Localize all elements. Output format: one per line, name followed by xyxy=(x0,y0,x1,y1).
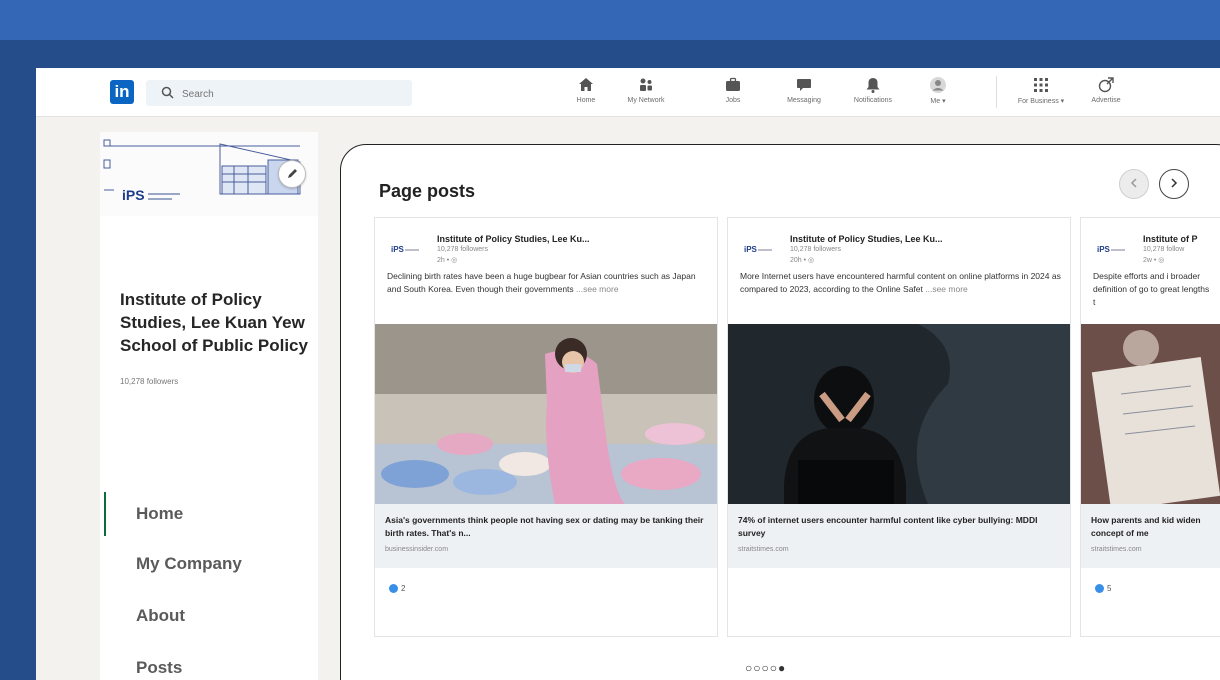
menu-item-about[interactable]: About xyxy=(136,606,185,626)
linkedin-logo[interactable]: in xyxy=(110,80,134,104)
post-author[interactable]: Institute of Policy Studies, Lee Ku... xyxy=(790,234,943,244)
ips-logo-icon: iPS xyxy=(391,245,419,254)
nav-label: Advertise xyxy=(1091,97,1121,104)
chevron-right-icon xyxy=(1171,178,1178,188)
search-input[interactable] xyxy=(180,84,404,104)
reaction-count: 2 xyxy=(401,584,406,593)
post-time: 2h • ◎ xyxy=(437,257,458,264)
svg-text:iPS: iPS xyxy=(122,187,145,203)
post-author[interactable]: Institute of Policy Studies, Lee Ku... xyxy=(437,234,590,244)
post-author[interactable]: Institute of P xyxy=(1143,234,1198,244)
post-card[interactable]: iPS Institute of Policy Studies, Lee Ku.… xyxy=(727,217,1071,637)
see-more-link[interactable]: ...see more xyxy=(576,284,619,294)
nav-label: Messaging xyxy=(787,97,821,104)
link-source: businessinsider.com xyxy=(385,546,449,553)
link-headline: How parents and kid widen concept of me xyxy=(1091,515,1201,538)
link-headline: Asia's governments think people not havi… xyxy=(385,515,704,538)
nav-label: My Network xyxy=(627,97,665,104)
nav-label: Jobs xyxy=(725,97,741,104)
post-time: 2w • ◎ xyxy=(1143,257,1165,264)
svg-text:iPS: iPS xyxy=(744,245,758,254)
svg-text:iPS: iPS xyxy=(1097,245,1111,254)
network-icon xyxy=(640,78,652,91)
pencil-icon xyxy=(288,169,297,178)
like-reaction-icon xyxy=(1095,584,1104,594)
avatar-icon xyxy=(930,77,946,93)
browser-window: in Home My Network Jobs Messaging Notifi xyxy=(36,68,1220,680)
post-card[interactable]: iPS Institute of Policy Studies, Lee Ku.… xyxy=(374,217,718,637)
company-sidebar: iPS Institute of Policy Studies, Lee Kua… xyxy=(100,132,318,680)
post-image-newborns xyxy=(375,324,717,504)
followers-count: 10,278 followers xyxy=(120,377,179,386)
search-icon xyxy=(161,86,174,99)
post-body: Declining birth rates have been a huge b… xyxy=(387,271,696,294)
link-headline: 74% of internet users encounter harmful … xyxy=(738,515,1038,538)
search-box[interactable] xyxy=(146,80,412,106)
post-image-user-distressed xyxy=(728,324,1070,504)
nav-jobs[interactable]: Jobs xyxy=(718,76,748,112)
chat-icon xyxy=(797,79,811,91)
post-reactions[interactable]: 5 xyxy=(1095,584,1112,594)
top-band xyxy=(0,0,1220,40)
page-posts-card: Page posts iPS Institute of Policy Studi… xyxy=(340,144,1220,680)
post-card[interactable]: iPS Institute of P 10,278 follow 2w • ◎ … xyxy=(1080,217,1220,637)
nav-me[interactable]: Me ▾ xyxy=(920,76,956,112)
ips-logo-icon: iPS xyxy=(1097,245,1125,254)
bell-icon xyxy=(866,78,880,93)
advertise-icon xyxy=(1098,77,1114,93)
top-navbar: in Home My Network Jobs Messaging Notifi xyxy=(36,68,1220,117)
grid-icon xyxy=(1034,78,1048,92)
post-text: More Internet users have encountered har… xyxy=(740,270,1062,296)
menu-item-my-company[interactable]: My Company xyxy=(136,554,242,574)
home-icon xyxy=(579,78,593,91)
nav-label: For Business ▾ xyxy=(1017,98,1065,105)
post-followers: 10,278 follow xyxy=(1143,246,1185,253)
nav-label: Notifications xyxy=(853,97,893,104)
post-text: Declining birth rates have been a huge b… xyxy=(387,270,709,296)
nav-label: Home xyxy=(576,97,596,104)
see-more-link[interactable]: ...see more xyxy=(925,284,968,294)
carousel-pagination[interactable]: ○○○○● xyxy=(745,661,786,675)
post-link-preview[interactable]: Asia's governments think people not havi… xyxy=(375,504,717,568)
post-reactions[interactable]: 2 xyxy=(389,584,406,594)
briefcase-icon xyxy=(726,77,740,91)
svg-text:iPS: iPS xyxy=(391,245,405,254)
post-time: 20h • ◎ xyxy=(790,257,815,264)
link-source: straitstimes.com xyxy=(738,546,789,553)
nav-advertise[interactable]: Advertise xyxy=(1084,76,1128,112)
post-text: Despite efforts and i broader definition… xyxy=(1093,271,1210,307)
post-image-homework xyxy=(1081,324,1220,504)
like-reaction-icon xyxy=(389,584,398,594)
nav-messaging[interactable]: Messaging xyxy=(776,76,832,112)
ips-logo-icon: iPS xyxy=(744,245,772,254)
reaction-count: 5 xyxy=(1107,584,1112,593)
company-name: Institute of Policy Studies, Lee Kuan Ye… xyxy=(120,290,308,355)
nav-home[interactable]: Home xyxy=(566,76,606,112)
chevron-left-icon xyxy=(1130,178,1137,188)
card-title: Page posts xyxy=(379,181,476,201)
post-followers: 10,278 followers xyxy=(790,246,841,253)
menu-item-home[interactable]: Home xyxy=(136,504,183,524)
link-source: straitstimes.com xyxy=(1091,546,1142,553)
nav-my-network[interactable]: My Network xyxy=(618,76,674,112)
nav-for-business[interactable]: For Business ▾ xyxy=(1006,76,1076,112)
nav-notifications[interactable]: Notifications xyxy=(842,76,904,112)
nav-divider xyxy=(996,76,997,108)
carousel-next-button[interactable] xyxy=(1159,169,1189,199)
edit-cover-button[interactable] xyxy=(278,160,306,188)
cover-image: iPS xyxy=(100,132,318,216)
carousel-prev-button[interactable] xyxy=(1119,169,1149,199)
menu-item-posts[interactable]: Posts xyxy=(136,658,182,678)
post-body: More Internet users have encountered har… xyxy=(740,271,1061,294)
nav-label: Me ▾ xyxy=(930,98,946,105)
post-link-preview[interactable]: How parents and kid widen concept of me … xyxy=(1081,504,1220,568)
active-menu-indicator xyxy=(104,492,106,536)
post-followers: 10,278 followers xyxy=(437,246,488,253)
post-link-preview[interactable]: 74% of internet users encounter harmful … xyxy=(728,504,1070,568)
